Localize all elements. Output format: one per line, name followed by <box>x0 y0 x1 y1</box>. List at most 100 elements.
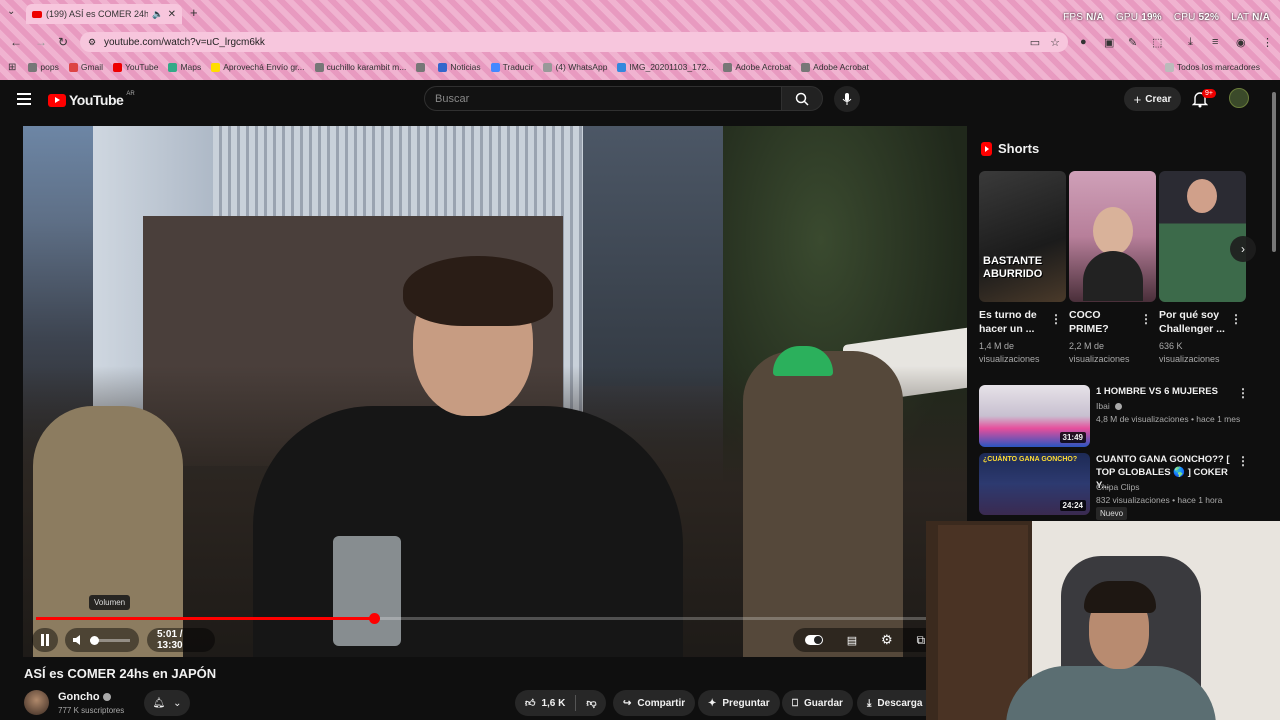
forward-icon[interactable]: → <box>35 35 47 49</box>
active-tab[interactable]: (199) ASÍ es COMER 24hs e 🔈 ✕ <box>26 4 182 24</box>
save-button[interactable]: ⎕ Guardar <box>782 690 853 716</box>
apps-icon[interactable]: ⊞ <box>8 62 16 73</box>
video-item-channel[interactable]: Chipa Clips <box>1096 481 1139 494</box>
browser-menu-icon[interactable]: ⋮ <box>1262 36 1273 49</box>
chevron-right-icon: › <box>1241 242 1245 256</box>
more-options-icon[interactable]: ⋮ <box>1237 454 1249 468</box>
bookmark-item[interactable]: Adobe Acrobat <box>723 62 791 72</box>
share-icon: ↪ <box>623 697 632 709</box>
volume-icon[interactable] <box>72 634 84 646</box>
bookmark-item[interactable]: Aprovechá Envío gr... <box>211 62 305 72</box>
short-thumbnail[interactable] <box>1069 171 1156 302</box>
verified-icon <box>1115 403 1123 410</box>
settings-gear-icon[interactable]: ⚙ <box>881 632 893 648</box>
more-options-icon[interactable]: ⋮ <box>1230 312 1242 326</box>
bookmark-item[interactable] <box>416 62 428 72</box>
short-thumbnail[interactable] <box>1159 171 1246 302</box>
bookmark-item[interactable]: YouTube <box>113 62 158 72</box>
video-item-channel[interactable]: Ibai <box>1096 400 1123 413</box>
extensions-puzzle-icon[interactable]: ⬚ <box>1152 36 1162 49</box>
all-bookmarks-folder[interactable]: Todos los marcadores <box>1164 62 1260 72</box>
account-avatar[interactable] <box>1229 88 1249 108</box>
video-item-meta: 4,8 M de visualizaciones • hace 1 mes <box>1096 414 1241 424</box>
site-info-icon[interactable]: ⚙ <box>88 37 96 48</box>
extension-icon-2[interactable]: ▣ <box>1104 36 1114 49</box>
autoplay-toggle-icon[interactable] <box>804 635 823 645</box>
video-item-title[interactable]: 1 HOMBRE VS 6 MUJERES <box>1096 385 1236 398</box>
short-title[interactable]: COCO PRIME? <box>1069 308 1135 336</box>
performance-overlay: FPS N/A GPU 19% CPU 52% LAT N/A <box>1063 12 1270 23</box>
volume-control[interactable] <box>65 628 139 652</box>
share-button[interactable]: ↪ Compartir <box>613 690 696 716</box>
video-player[interactable]: Volumen 5:01 / 13:30 ▤ ⚙ ⧉ <box>23 126 967 657</box>
pause-icon <box>41 634 49 646</box>
download-icon[interactable]: ⤓ <box>1188 36 1193 49</box>
pause-button[interactable] <box>32 628 58 652</box>
bookmark-item[interactable]: Maps <box>168 62 201 72</box>
video-duration: 31:49 <box>1059 432 1086 443</box>
progress-fill <box>36 617 375 620</box>
shorts-next-button[interactable]: › <box>1230 236 1256 262</box>
ask-button[interactable]: ✦ Preguntar <box>698 690 780 716</box>
short-title[interactable]: Por qué soy Challenger ... <box>1159 308 1229 336</box>
bookmark-item[interactable]: Traducir <box>490 62 533 72</box>
thumbs-down-icon[interactable]: 👎︎ <box>586 697 596 709</box>
bookmark-item[interactable]: pops <box>28 62 59 72</box>
search-input[interactable]: Buscar <box>424 86 782 111</box>
like-button[interactable]: 👍︎ 1,6 K 👎︎ <box>515 690 606 716</box>
search-button[interactable] <box>781 86 823 111</box>
bookmark-item[interactable]: Gmail <box>68 62 103 72</box>
reading-list-icon[interactable]: ≡ <box>1212 36 1218 48</box>
address-bar[interactable]: ⚙ youtube.com/watch?v=uC_lrgcm6kk <box>80 32 1068 52</box>
download-button[interactable]: ⤓ Descarga <box>857 690 926 716</box>
channel-avatar[interactable] <box>24 690 49 715</box>
video-item-meta: 832 visualizaciones • hace 1 hora <box>1096 495 1223 505</box>
short-title[interactable]: Es turno de hacer un ... <box>979 308 1045 336</box>
progress-bar[interactable] <box>36 613 950 624</box>
menu-icon[interactable] <box>17 93 31 105</box>
volume-tooltip: Volumen <box>89 595 131 610</box>
close-tab-icon[interactable]: ✕ <box>168 9 182 20</box>
create-button[interactable]: + Crear <box>1124 87 1181 111</box>
more-options-icon[interactable]: ⋮ <box>1140 312 1152 326</box>
subscriber-count: 777 K suscriptores <box>58 706 125 715</box>
bookmark-star-icon[interactable]: ☆ <box>1050 36 1060 49</box>
voice-search-button[interactable] <box>834 86 860 112</box>
bookmark-item[interactable]: IMG_20201103_172... <box>617 62 713 72</box>
video-thumbnail[interactable]: ¿CUÁNTO GANA GONCHO? 24:24 <box>979 453 1090 515</box>
more-options-icon[interactable]: ⋮ <box>1237 386 1249 400</box>
channel-name[interactable]: Goncho <box>58 691 111 703</box>
profile-icon[interactable]: ◉ <box>1236 36 1246 49</box>
short-overlay-text: BASTANTE ABURRIDO <box>983 255 1043 280</box>
extension-icon-3[interactable]: ✎ <box>1128 36 1137 49</box>
back-icon[interactable]: ← <box>10 35 22 49</box>
bookmark-item[interactable]: (4) WhatsApp <box>543 62 607 72</box>
miniplayer-icon[interactable]: ⧉ <box>916 633 925 648</box>
new-tab-button[interactable]: + <box>190 5 198 20</box>
bookmark-item[interactable]: Noticias <box>438 62 481 72</box>
reload-icon[interactable]: ↻ <box>58 35 68 49</box>
youtube-logo[interactable]: YouTube AR <box>48 91 135 108</box>
subtitles-icon[interactable]: ▤ <box>847 634 857 647</box>
youtube-play-icon <box>48 93 66 107</box>
video-thumbnail[interactable]: 31:49 <box>979 385 1090 447</box>
mute-tab-icon[interactable]: 🔈 <box>152 9 163 20</box>
shorts-heading: Shorts <box>981 141 1039 156</box>
verified-icon <box>102 693 111 701</box>
bell-icon: 🔔︎ <box>152 697 166 709</box>
extension-icon-1[interactable]: ● <box>1080 36 1087 48</box>
omnibox-actions: ▭ ☆ <box>1030 36 1060 49</box>
more-options-icon[interactable]: ⋮ <box>1050 312 1062 326</box>
bookmark-item[interactable]: cuchillo karambit m... <box>314 62 406 72</box>
browser-chrome: ⌄ (199) ASÍ es COMER 24hs e 🔈 ✕ + FPS N/… <box>0 0 1280 80</box>
volume-slider[interactable] <box>90 635 130 645</box>
cast-icon[interactable]: ▭ <box>1030 36 1040 49</box>
stat-cpu: CPU 52% <box>1173 12 1220 23</box>
youtube-header: YouTube AR Buscar + Crear 9+ <box>0 80 1280 118</box>
short-thumbnail[interactable]: BASTANTE ABURRIDO <box>979 171 1066 302</box>
stat-lat: LAT N/A <box>1231 12 1270 23</box>
subscription-bell-button[interactable]: 🔔︎ ⌄ <box>144 690 190 716</box>
page-scrollbar[interactable] <box>1272 92 1276 252</box>
tab-search-icon[interactable]: ⌄ <box>7 6 15 17</box>
bookmark-item[interactable]: Adobe Acrobat <box>801 62 869 72</box>
